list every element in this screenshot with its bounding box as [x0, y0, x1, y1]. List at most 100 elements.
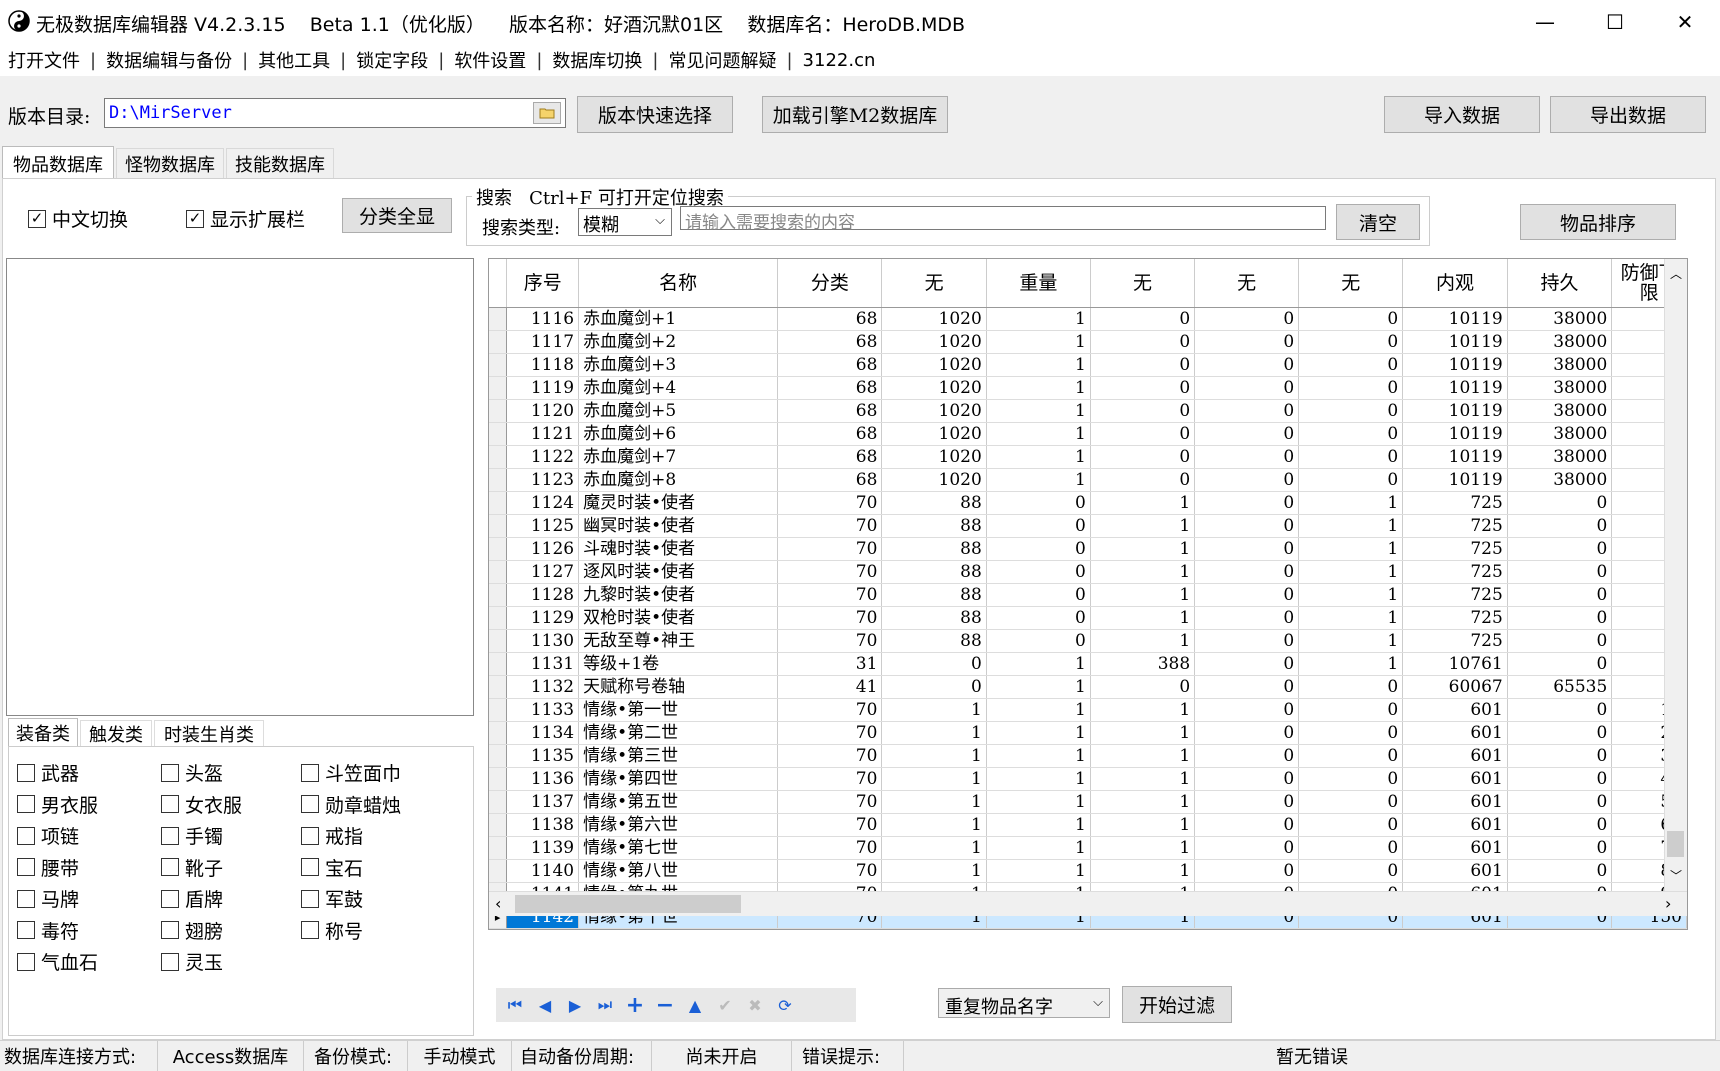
table-cell[interactable]: 0 [1507, 606, 1613, 630]
row-indicator[interactable] [489, 583, 508, 607]
table-cell[interactable]: 1 [1298, 606, 1404, 630]
row-indicator[interactable] [489, 445, 508, 469]
table-cell[interactable]: 0 [1298, 445, 1404, 469]
table-row[interactable]: 1140情缘•第八世7011100601080 [489, 859, 1687, 883]
table-cell[interactable]: 1122 [506, 445, 580, 469]
search-type-select[interactable]: 模糊 ⌵ [578, 208, 672, 236]
category-checkbox[interactable]: 盾牌 [161, 885, 223, 912]
table-cell[interactable]: 10119 [1402, 445, 1508, 469]
table-cell[interactable]: 0 [1298, 767, 1404, 791]
show-all-button[interactable]: 分类全显 [342, 198, 452, 233]
table-cell[interactable]: 1 [986, 744, 1091, 768]
table-row[interactable]: 1124魔灵时装•使者7088010172500 [489, 491, 1687, 515]
table-cell[interactable]: 88 [881, 606, 987, 630]
table-cell[interactable]: 1 [881, 744, 987, 768]
table-cell[interactable]: 0 [1507, 767, 1613, 791]
table-cell[interactable]: 0 [1194, 445, 1300, 469]
table-cell[interactable]: 1 [881, 698, 987, 722]
table-cell[interactable]: 1020 [881, 330, 987, 354]
table-cell[interactable]: 1 [1090, 813, 1196, 837]
table-cell[interactable]: 0 [1194, 606, 1300, 630]
table-cell[interactable]: 70 [777, 698, 883, 722]
table-cell[interactable]: 0 [1194, 813, 1300, 837]
table-cell[interactable]: 10119 [1402, 399, 1508, 423]
table-cell[interactable]: 0 [881, 652, 987, 676]
table-cell[interactable]: 0 [986, 606, 1091, 630]
table-cell[interactable]: 1 [986, 790, 1091, 814]
column-header[interactable]: 序号 [506, 259, 580, 308]
table-cell[interactable]: 1 [1090, 767, 1196, 791]
row-indicator[interactable] [489, 698, 508, 722]
table-cell[interactable]: 0 [1298, 790, 1404, 814]
table-cell[interactable]: 725 [1402, 491, 1508, 515]
table-cell[interactable]: 幽冥时装•使者 [578, 514, 779, 538]
tab-fashion-zodiac[interactable]: 时装生肖类 [154, 720, 264, 746]
table-cell[interactable]: 70 [777, 606, 883, 630]
table-cell[interactable]: 1 [1298, 629, 1404, 653]
table-cell[interactable]: 0 [1194, 353, 1300, 377]
table-cell[interactable]: 1 [881, 790, 987, 814]
table-cell[interactable]: 0 [1507, 813, 1613, 837]
table-cell[interactable]: 0 [1507, 514, 1613, 538]
table-cell[interactable]: 0 [1194, 537, 1300, 561]
category-checkbox[interactable]: 男衣服 [17, 791, 98, 818]
table-row[interactable]: 1133情缘•第一世7011100601010 [489, 698, 1687, 722]
table-cell[interactable]: 1 [1090, 491, 1196, 515]
table-cell[interactable]: 88 [881, 583, 987, 607]
category-checkbox[interactable]: 武器 [17, 759, 79, 786]
search-input[interactable]: 请输入需要搜索的内容 [680, 206, 1326, 233]
category-checkbox[interactable]: 头盔 [161, 759, 223, 786]
table-cell[interactable]: 70 [777, 491, 883, 515]
table-cell[interactable]: 0 [1194, 491, 1300, 515]
table-cell[interactable]: 0 [1194, 399, 1300, 423]
table-cell[interactable]: 70 [777, 859, 883, 883]
table-cell[interactable]: 68 [777, 399, 883, 423]
category-checkbox[interactable]: 斗笠面巾 [301, 759, 401, 786]
table-cell[interactable]: 1131 [506, 652, 580, 676]
table-cell[interactable]: 赤血魔剑+8 [578, 468, 779, 492]
category-checkbox[interactable]: 翅膀 [161, 917, 223, 944]
table-cell[interactable]: 赤血魔剑+7 [578, 445, 779, 469]
column-header[interactable]: 无 [1298, 259, 1404, 308]
table-cell[interactable]: 0 [1194, 560, 1300, 584]
table-cell[interactable]: 0 [1507, 629, 1613, 653]
table-cell[interactable]: 38000 [1507, 399, 1613, 423]
row-indicator[interactable] [489, 399, 508, 423]
table-cell[interactable]: 1133 [506, 698, 580, 722]
table-cell[interactable]: 0 [1298, 353, 1404, 377]
row-indicator[interactable] [489, 307, 508, 331]
table-cell[interactable]: 1 [881, 859, 987, 883]
category-checkbox[interactable]: 宝石 [301, 854, 363, 881]
table-cell[interactable]: 0 [1194, 859, 1300, 883]
category-checkbox[interactable]: 靴子 [161, 854, 223, 881]
table-cell[interactable]: 1134 [506, 721, 580, 745]
row-indicator[interactable] [489, 491, 508, 515]
table-cell[interactable]: 601 [1402, 767, 1508, 791]
table-cell[interactable]: 0 [1194, 767, 1300, 791]
table-cell[interactable]: 10119 [1402, 330, 1508, 354]
table-cell[interactable]: 10761 [1402, 652, 1508, 676]
table-row[interactable]: 1130无敌至尊•神王7088010172500 [489, 629, 1687, 653]
category-checkbox[interactable]: 腰带 [17, 854, 79, 881]
table-cell[interactable]: 10119 [1402, 353, 1508, 377]
table-cell[interactable]: 725 [1402, 560, 1508, 584]
table-cell[interactable]: 1020 [881, 307, 987, 331]
table-cell[interactable]: 10119 [1402, 307, 1508, 331]
table-cell[interactable]: 0 [986, 583, 1091, 607]
table-cell[interactable]: 0 [1194, 836, 1300, 860]
table-cell[interactable]: 0 [986, 491, 1091, 515]
table-cell[interactable]: 38000 [1507, 422, 1613, 446]
row-indicator[interactable] [489, 721, 508, 745]
row-indicator[interactable] [489, 514, 508, 538]
category-checkbox[interactable]: 女衣服 [161, 791, 242, 818]
table-cell[interactable]: 0 [1298, 468, 1404, 492]
items-grid[interactable]: 序号 名称 分类无重量无无无内观 持久 防御下限 1116 赤血魔剑+1 68 1020 1 0 0… [488, 258, 1688, 930]
table-cell[interactable]: 1 [1090, 514, 1196, 538]
table-cell[interactable]: 0 [1298, 399, 1404, 423]
table-cell[interactable]: 1 [1090, 698, 1196, 722]
table-cell[interactable]: 1020 [881, 353, 987, 377]
horizontal-scrollbar[interactable]: ‹ › [489, 891, 1687, 916]
table-row[interactable]: 1120赤血魔剑+5681020100010119380000 [489, 399, 1687, 423]
table-cell[interactable]: 1140 [506, 859, 580, 883]
maximize-button[interactable]: ☐ [1580, 0, 1650, 44]
